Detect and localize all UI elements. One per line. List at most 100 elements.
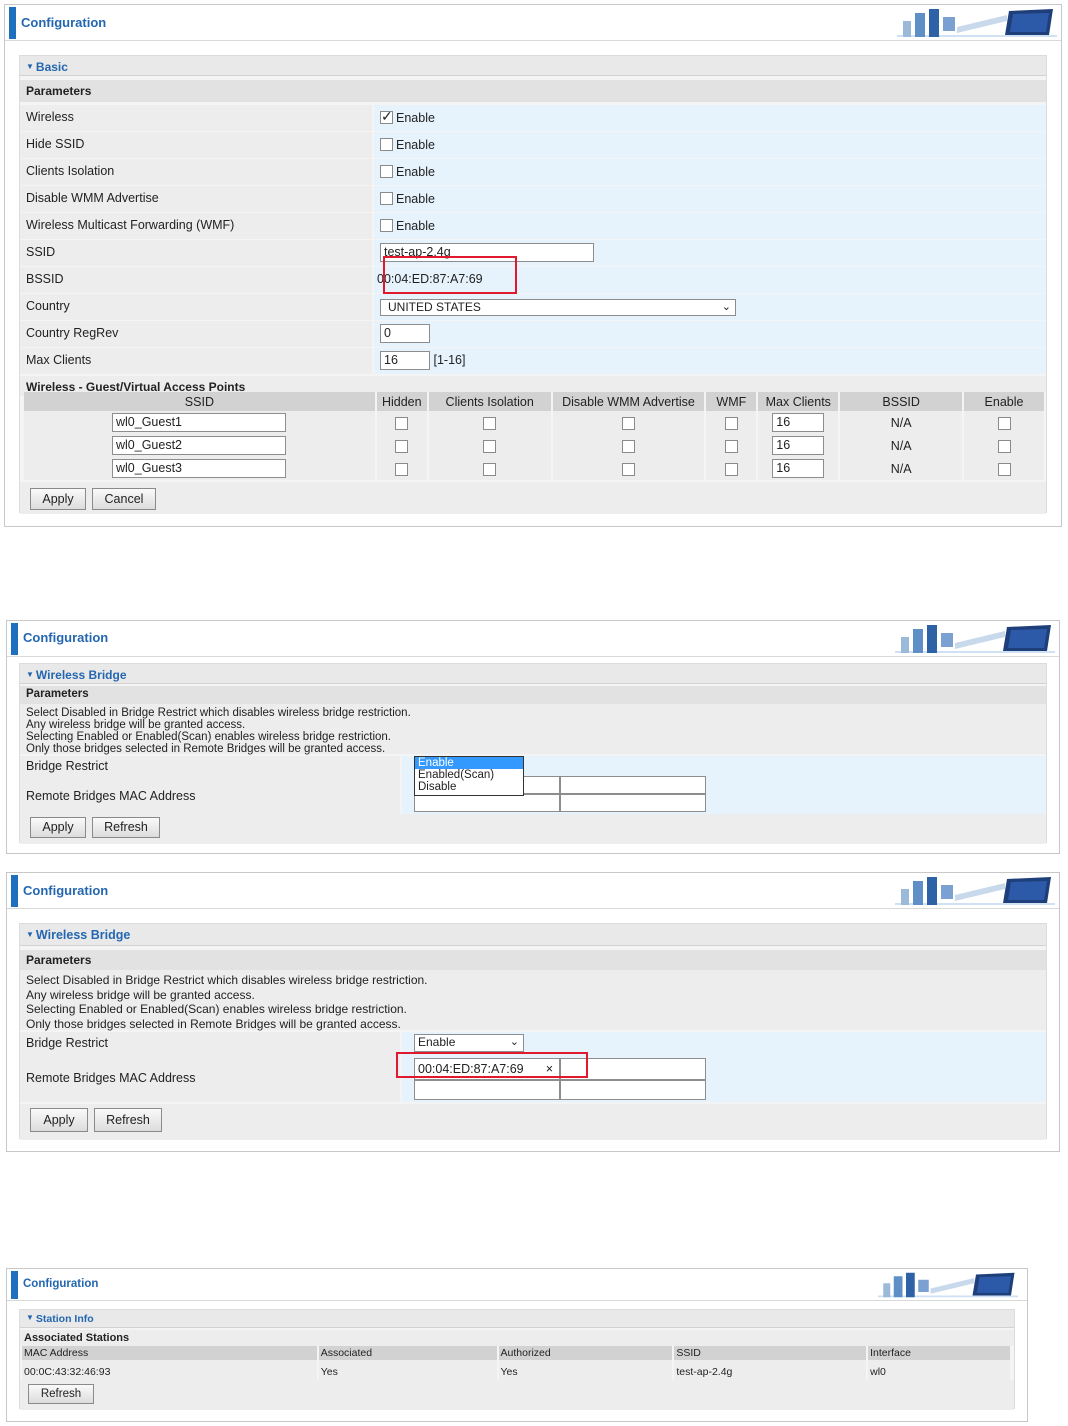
header-accent-bar — [11, 875, 18, 907]
clients-isolation-label: Clients Isolation — [20, 159, 372, 185]
clients-isolation-checkbox[interactable] — [380, 165, 393, 179]
wmf-checkbox[interactable] — [380, 219, 393, 233]
guest-ssid-input[interactable]: wl0_Guest2 — [112, 436, 286, 455]
config-title: Configuration — [21, 15, 107, 30]
enable-label: Enable — [396, 137, 435, 152]
chevron-down-icon: ⌄ — [721, 301, 731, 313]
guest-bssid-cell: N/A — [839, 457, 965, 480]
desc-line: Only those bridges selected in Remote Br… — [26, 1016, 401, 1031]
bssid-highlight-box — [383, 256, 517, 294]
refresh-button[interactable]: Refresh — [94, 1108, 162, 1132]
guest-enable-checkbox[interactable] — [997, 462, 1011, 476]
enable-label: Enable — [396, 218, 435, 233]
apply-button[interactable]: Apply — [30, 1108, 88, 1132]
guest-max-clients-input[interactable]: 16 — [772, 459, 825, 478]
remote-mac-input-4[interactable] — [560, 794, 706, 812]
disable-wmm-value: Enable — [374, 186, 1046, 212]
row-wmf: Wireless Multicast Forwarding (WMF) Enab… — [20, 213, 1046, 239]
wmf-value: Enable — [374, 213, 1046, 239]
apply-button[interactable]: Apply — [30, 817, 86, 838]
guest-ssid-input[interactable]: wl0_Guest3 — [112, 459, 286, 478]
guest-wmf-checkbox[interactable] — [724, 462, 738, 476]
guest-ssid-input[interactable]: wl0_Guest1 — [112, 413, 286, 432]
basic-config-panel: Configuration ▼ Basic Parameters Wireless… — [4, 4, 1062, 527]
disable-wmm-checkbox[interactable] — [380, 192, 393, 206]
dropdown-option-enable[interactable]: Enable — [415, 757, 523, 769]
row-max-clients: Max Clients 16 [1-16] — [20, 348, 1046, 374]
row-wireless: Wireless Enable — [20, 105, 1046, 131]
bridge-inner: ▼ Wireless Bridge Parameters Select Disab… — [19, 663, 1047, 844]
guest-hidden-checkbox[interactable] — [395, 462, 409, 476]
ssid-label: SSID — [20, 240, 372, 266]
guest-table-header: SSID Hidden Clients Isolation Disable WM… — [24, 392, 1046, 411]
refresh-button[interactable]: Refresh — [92, 817, 160, 838]
guest-wmm-cell — [551, 434, 707, 457]
regrev-input[interactable]: 0 — [380, 324, 430, 343]
apply-button[interactable]: Apply — [30, 488, 86, 510]
bridge-config-panel-filled: Configuration ▼ Wireless Bridge Parameter… — [6, 872, 1060, 1152]
remote-mac-input-4[interactable] — [560, 1080, 706, 1100]
button-bar — [20, 1104, 1046, 1140]
guest-wmm-checkbox[interactable] — [621, 416, 635, 430]
guest-enable-checkbox[interactable] — [997, 416, 1011, 430]
row-bridge-restrict: Bridge Restrict — [20, 756, 1046, 778]
dropdown-option-disable[interactable]: Disable — [415, 781, 523, 793]
config-title: Configuration — [23, 630, 109, 645]
guest-enable-checkbox[interactable] — [997, 439, 1011, 453]
bridge-section-title[interactable]: ▼ Wireless Bridge — [20, 924, 1046, 946]
section-label: Wireless Bridge — [35, 928, 131, 942]
dropdown-option-enabled-scan[interactable]: Enabled(Scan) — [415, 769, 523, 781]
col-ssid: SSID — [24, 392, 377, 411]
parameters-header: Parameters — [20, 80, 1046, 102]
row-hide-ssid: Hide SSID Enable — [20, 132, 1046, 158]
country-value-cell: UNITED STATES ⌄ — [374, 294, 1046, 320]
col-hidden: Hidden — [375, 392, 429, 411]
button-bar — [20, 814, 1046, 844]
associated-stations-header: Associated Stations — [20, 1330, 1014, 1346]
station-inner: ▼ Station Info Associated Stations MAC Ad… — [19, 1309, 1015, 1410]
header-accent-bar — [11, 1271, 18, 1299]
config-title: Configuration — [23, 1278, 99, 1290]
remote-mac-input-3[interactable] — [414, 794, 560, 812]
config-header: Configuration — [7, 621, 1059, 657]
guest-isolation-checkbox[interactable] — [483, 416, 497, 430]
guest-enable-cell — [963, 434, 1046, 457]
cancel-button[interactable]: Cancel — [92, 488, 156, 510]
guest-row: wl0_Guest3 16 N/A — [24, 457, 1046, 480]
guest-hidden-cell — [375, 457, 429, 480]
guest-wmm-cell — [551, 457, 707, 480]
guest-wmm-checkbox[interactable] — [621, 462, 635, 476]
hide-ssid-checkbox[interactable] — [380, 138, 393, 152]
guest-max-clients-input[interactable]: 16 — [772, 436, 825, 455]
guest-isolation-checkbox[interactable] — [483, 462, 497, 476]
station-section-title[interactable]: ▼ Station Info — [20, 1310, 1014, 1328]
remote-mac-input-2[interactable] — [560, 776, 706, 794]
guest-max-clients-input[interactable]: 16 — [772, 413, 825, 432]
guest-hidden-checkbox[interactable] — [395, 416, 409, 430]
guest-wmm-checkbox[interactable] — [621, 439, 635, 453]
wireless-label: Wireless — [20, 105, 372, 131]
bridge-section-title[interactable]: ▼ Wireless Bridge — [20, 664, 1046, 684]
remote-mac-input-3[interactable] — [414, 1080, 560, 1100]
row-ssid: SSID test-ap-2.4g — [20, 240, 1046, 266]
desc-line: Select Disabled in Bridge Restrict which… — [26, 973, 428, 987]
max-clients-input[interactable]: 16 — [380, 351, 430, 370]
col-wmf: WMF — [705, 392, 759, 411]
basic-section-title[interactable]: ▼ Basic — [20, 56, 1046, 76]
country-label: Country — [20, 294, 372, 320]
disable-wmm-label: Disable WMM Advertise — [20, 186, 372, 212]
guest-max-cell: 16 — [757, 434, 841, 457]
guest-hidden-checkbox[interactable] — [395, 439, 409, 453]
config-title: Configuration — [23, 883, 109, 898]
country-select[interactable]: UNITED STATES ⌄ — [380, 299, 736, 316]
guest-isolation-checkbox[interactable] — [483, 439, 497, 453]
guest-wmf-checkbox[interactable] — [724, 416, 738, 430]
wireless-enable-checkbox[interactable] — [380, 108, 393, 125]
wireless-value: Enable — [374, 105, 1046, 131]
guest-wmf-checkbox[interactable] — [724, 439, 738, 453]
section-label: Basic — [35, 60, 68, 74]
bridge-restrict-select[interactable]: Enable ⌄ — [414, 1034, 524, 1052]
bridge-inner: ▼ Wireless Bridge Parameters Select Disab… — [19, 923, 1047, 1140]
refresh-button[interactable]: Refresh — [28, 1384, 94, 1404]
hide-ssid-value: Enable — [374, 132, 1046, 158]
